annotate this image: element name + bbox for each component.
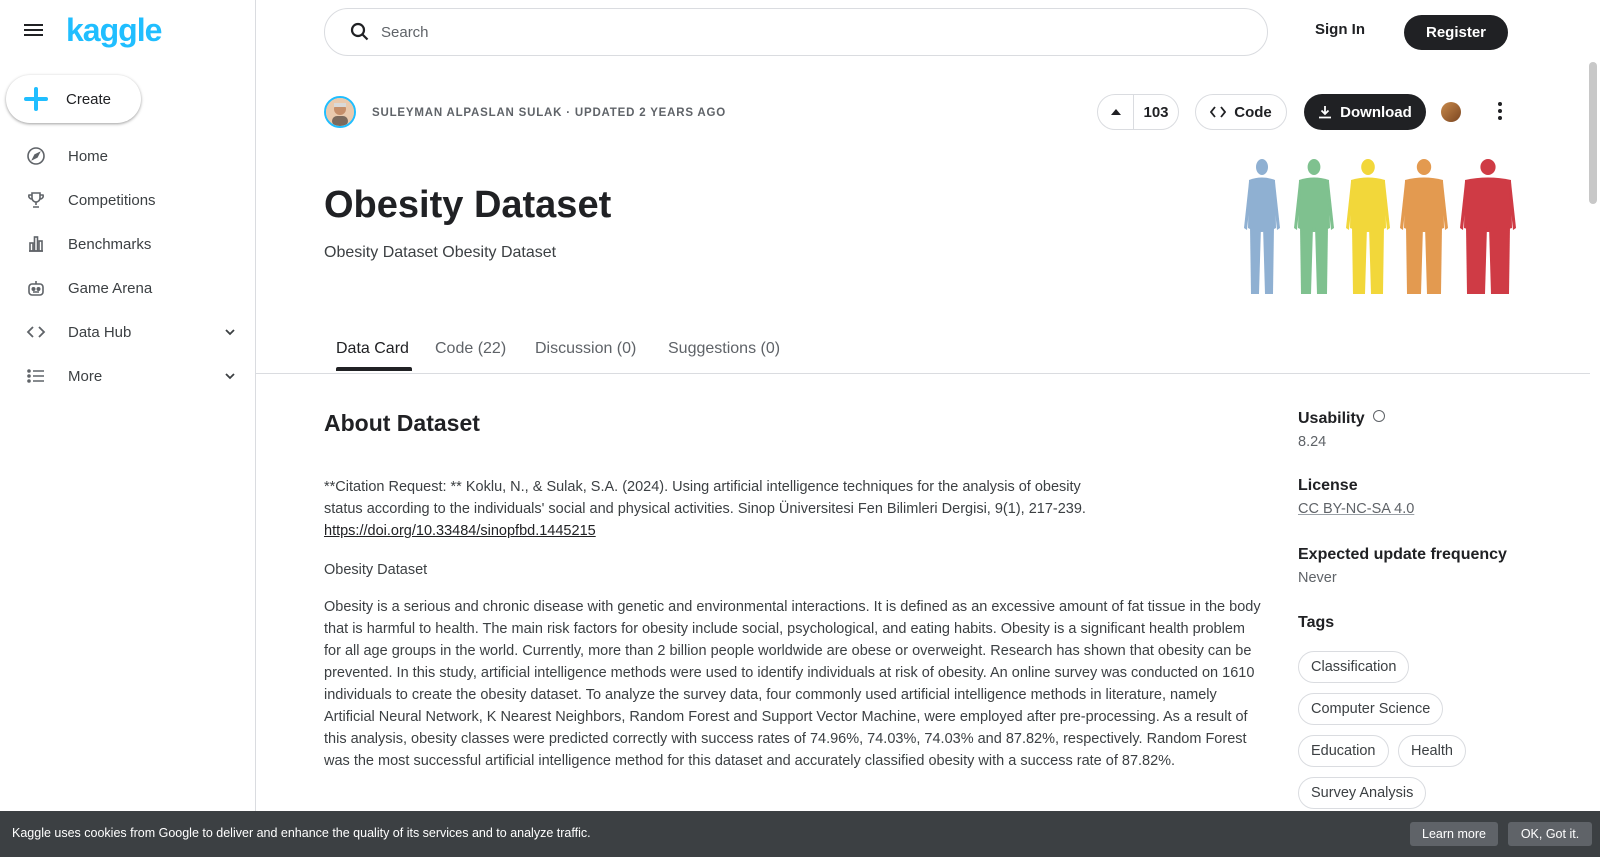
download-button-label: Download (1340, 103, 1412, 121)
sidebar-item-label: Competitions (68, 191, 156, 209)
menu-icon[interactable] (24, 21, 46, 43)
sidebar-item-benchmarks[interactable]: Benchmarks (0, 222, 256, 266)
license-link[interactable]: CC BY-NC-SA 4.0 (1298, 501, 1414, 517)
active-tab-indicator (336, 367, 412, 371)
tag-chip[interactable]: Health (1398, 735, 1466, 767)
sidebar-item-game-arena[interactable]: Game Arena (0, 266, 256, 310)
sidebar: kaggle Create Home Competitions Benchmar… (0, 0, 256, 857)
user-photo-icon (326, 98, 354, 126)
caret-up-icon (1110, 109, 1121, 115)
cookie-ok-button[interactable]: OK, Got it. (1508, 822, 1592, 846)
plus-icon (24, 87, 48, 111)
search-bar[interactable] (324, 8, 1268, 56)
tags-label: Tags (1298, 614, 1335, 631)
tag-chip[interactable]: Classification (1298, 651, 1410, 683)
description-paragraph: Obesity is a serious and chronic disease… (324, 599, 1261, 769)
update-frequency-value: Never (1298, 570, 1337, 586)
sidebar-item-competitions[interactable]: Competitions (0, 178, 256, 222)
sidebar-item-label: Home (68, 147, 109, 165)
about-heading: About Dataset (324, 410, 480, 436)
sign-in-button[interactable]: Sign In (1300, 21, 1380, 45)
sidebar-item-label: Data Hub (68, 323, 132, 341)
sidebar-item-label: Benchmarks (68, 235, 152, 253)
register-button[interactable]: Register (1404, 15, 1508, 50)
body-silhouette (1244, 159, 1280, 294)
sidebar-item-data-hub[interactable]: Data Hub (0, 310, 256, 354)
chevron-down-icon[interactable] (222, 324, 238, 340)
body-silhouette (1294, 159, 1334, 294)
more-options-icon[interactable] (1494, 100, 1506, 124)
tag-chip[interactable]: Education (1298, 735, 1389, 767)
search-input[interactable] (381, 23, 1181, 41)
tab-bar: Data Card Code (22) Discussion (0) Sugge… (256, 332, 1590, 374)
info-icon[interactable] (1372, 410, 1385, 422)
dataset-name-paragraph: Obesity Dataset (324, 562, 428, 578)
page-scrollbar[interactable] (1589, 62, 1597, 204)
download-button[interactable]: Download (1304, 94, 1426, 130)
create-button-label: Create (66, 90, 112, 108)
cookie-banner: Kaggle uses cookies from Google to deliv… (0, 811, 1600, 857)
create-button[interactable]: Create (6, 75, 141, 123)
bronze-medal-icon[interactable] (1441, 102, 1461, 122)
sidebar-nav: Home Competitions Benchmarks Game Arena … (0, 134, 256, 398)
dataset-cover-image (1244, 159, 1516, 294)
upvote-button[interactable] (1098, 95, 1134, 129)
license-label: License (1298, 477, 1358, 494)
usability-label-text: Usability (1298, 410, 1365, 427)
page-subtitle: Obesity Dataset Obesity Dataset (324, 244, 557, 261)
bar-chart-icon (29, 236, 43, 252)
citation-paragraph: **Citation Request: ** Koklu, N., & Sula… (324, 476, 1114, 542)
tag-chip[interactable]: Computer Science (1298, 693, 1444, 725)
robot-icon (28, 281, 44, 296)
avatar[interactable] (324, 96, 356, 128)
kaggle-logo[interactable]: kaggle (66, 12, 162, 49)
compass-icon (27, 147, 45, 165)
cookie-text: Kaggle uses cookies from Google to deliv… (12, 826, 591, 840)
list-icon (27, 369, 44, 383)
search-icon (350, 22, 369, 41)
doi-link[interactable]: https://doi.org/10.33484/sinopfbd.144521… (324, 523, 596, 539)
citation-text: **Citation Request: ** Koklu, N., & Sula… (324, 479, 1086, 517)
dataset-byline: SULEYMAN ALPASLAN SULAK · UPDATED 2 YEAR… (372, 107, 726, 119)
code-icon (1210, 106, 1227, 118)
update-frequency-label: Expected update frequency (1298, 546, 1507, 563)
body-silhouette (1346, 159, 1390, 294)
body-silhouette (1460, 159, 1516, 294)
tab-code[interactable]: Code (22) (435, 340, 506, 358)
tag-chip[interactable]: Survey Analysis (1298, 777, 1427, 809)
tab-suggestions[interactable]: Suggestions (0) (668, 340, 780, 358)
chevron-down-icon[interactable] (222, 368, 238, 384)
code-button[interactable]: Code (1195, 94, 1287, 130)
page-title: Obesity Dataset (324, 184, 612, 226)
sidebar-item-home[interactable]: Home (0, 134, 256, 178)
usability-value: 8.24 (1298, 434, 1327, 450)
download-icon (1319, 106, 1332, 119)
code-brackets-icon (26, 326, 46, 338)
vote-widget: 103 (1097, 94, 1179, 130)
body-silhouette (1400, 159, 1448, 294)
vote-count: 103 (1143, 103, 1169, 121)
tab-discussion[interactable]: Discussion (0) (535, 340, 636, 358)
sidebar-item-label: Game Arena (68, 279, 153, 297)
usability-label: Usability (1298, 410, 1385, 428)
sidebar-item-label: More (68, 367, 103, 385)
tab-data-card[interactable]: Data Card (336, 340, 409, 358)
sidebar-item-more[interactable]: More (0, 354, 256, 398)
code-button-label: Code (1234, 103, 1272, 121)
learn-more-button[interactable]: Learn more (1410, 822, 1498, 846)
trophy-icon (28, 192, 44, 208)
